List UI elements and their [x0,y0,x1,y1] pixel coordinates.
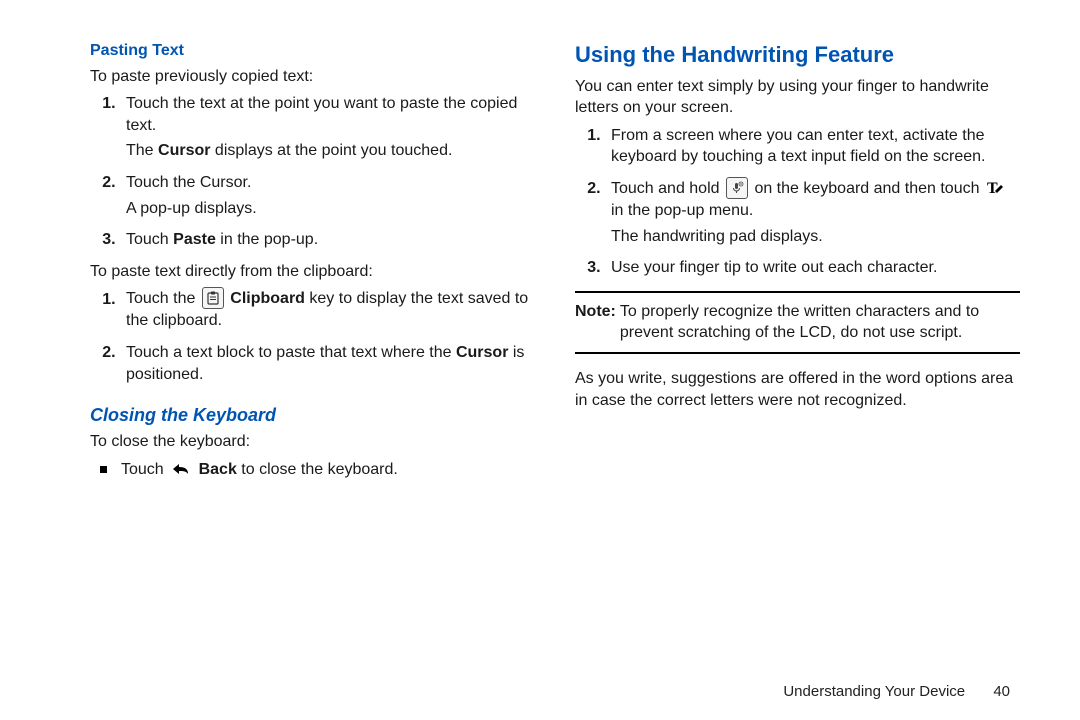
body-text: on the keyboard and then touch [754,180,984,197]
bold-text: Clipboard [230,291,305,308]
bold-text: Cursor [456,344,508,361]
heading-handwriting: Using the Handwriting Feature [575,40,1020,70]
clipboard-steps: Touch the Clipboard key to display the t… [90,288,535,385]
clipboard-step-2: Touch a text block to paste that text wh… [120,342,535,385]
svg-text:T: T [987,180,998,197]
closing-intro: To close the keyboard: [90,431,535,453]
pasting-step-1: Touch the text at the point you want to … [120,93,535,162]
body-text: Touch the [126,291,200,308]
handwriting-intro: You can enter text simply by using your … [575,76,1020,119]
handwriting-step-3: Use your finger tip to write out each ch… [605,257,1020,279]
manual-page: Pasting Text To paste previously copied … [0,0,1080,680]
handwriting-t-icon: T [986,178,1006,198]
pasting-intro: To paste previously copied text: [90,66,535,88]
body-text: Touch [121,461,168,478]
clipboard-step-1: Touch the Clipboard key to display the t… [120,288,535,332]
pasting-step-1-sub: The Cursor displays at the point you tou… [126,140,535,162]
bold-text: Back [199,461,237,478]
bullet-square-icon [100,466,107,473]
pasting-steps: Touch the text at the point you want to … [90,93,535,251]
clipboard-icon [202,287,224,309]
body-text: A pop-up displays. [126,198,535,220]
body-text: to close the keyboard. [237,461,398,478]
handwriting-step-2: Touch and hold on the keyboard and then … [605,178,1020,247]
right-column: Using the Handwriting Feature You can en… [575,40,1020,660]
body-text: Touch the Cursor. [126,174,251,191]
closing-bullet-text: Touch Back to close the keyboard. [121,459,398,481]
closing-bullet: Touch Back to close the keyboard. [100,459,535,481]
body-text: in the pop-up. [216,231,318,248]
handwriting-steps: From a screen where you can enter text, … [575,125,1020,279]
page-footer: Understanding Your Device 40 [783,683,1010,700]
body-text: Touch [126,231,173,248]
clipboard-intro: To paste text directly from the clipboar… [90,261,535,283]
note-label: Note: [575,301,616,344]
body-text: Touch the text at the point you want to … [126,95,517,134]
bold-text: Cursor [158,142,210,159]
heading-pasting-text: Pasting Text [90,40,535,62]
handwriting-step-1: From a screen where you can enter text, … [605,125,1020,168]
body-text: in the pop-up menu. [611,202,753,219]
body-text: The [126,142,158,159]
handwriting-step-2-sub: The handwriting pad displays. [611,226,1020,248]
body-text: displays at the point you touched. [210,142,452,159]
pasting-step-2: Touch the Cursor. A pop-up displays. [120,172,535,219]
handwriting-outro: As you write, suggestions are offered in… [575,368,1020,411]
back-arrow-icon [170,460,192,478]
note-block: Note: To properly recognize the written … [575,291,1020,354]
note-body: To properly recognize the written charac… [620,301,1020,344]
pasting-step-3: Touch Paste in the pop-up. [120,229,535,251]
footer-section: Understanding Your Device [783,683,965,700]
left-column: Pasting Text To paste previously copied … [90,40,535,660]
mic-settings-icon [726,177,748,199]
bold-text: Paste [173,231,216,248]
body-text: Touch a text block to paste that text wh… [126,344,456,361]
body-text: Touch and hold [611,180,724,197]
heading-closing-keyboard: Closing the Keyboard [90,403,535,427]
footer-page-number: 40 [993,683,1010,700]
